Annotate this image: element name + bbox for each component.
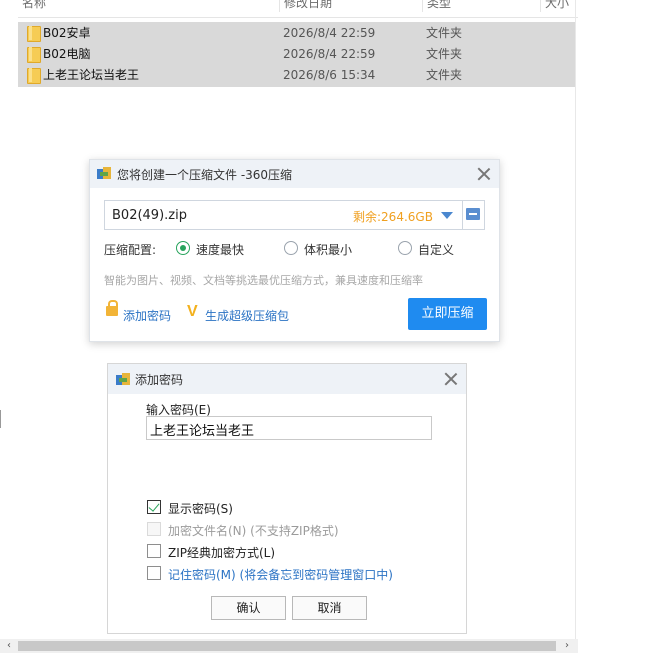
compress-config-label: 压缩配置: (104, 243, 157, 257)
column-type[interactable]: 类型 (422, 0, 451, 12)
zip-classic-encryption-label[interactable]: ZIP经典加密方式(L) (168, 544, 275, 561)
file-date: 2026/8/6 15:34 (283, 67, 376, 82)
compress-dialog-title: 您将创建一个压缩文件 -360压缩 (117, 168, 293, 182)
compress-dialog-titlebar[interactable]: 您将创建一个压缩文件 -360压缩 (90, 160, 499, 188)
file-type: 文件夹 (426, 47, 463, 61)
column-size[interactable]: 大小 (540, 0, 569, 12)
password-dialog-titlebar[interactable]: 添加密码 (108, 364, 466, 394)
vip-v-icon: V (187, 303, 198, 320)
confirm-button[interactable]: 确认 (211, 596, 286, 620)
field-divider (462, 201, 463, 229)
file-type: 文件夹 (426, 26, 463, 40)
folder-icon (27, 68, 41, 84)
dropdown-arrow-icon[interactable] (441, 212, 453, 219)
close-icon[interactable] (476, 166, 492, 182)
archive-filename: B02(49).zip (112, 208, 187, 223)
encrypt-filename-label: 加密文件名(N) (不支持ZIP格式) (168, 524, 339, 538)
cancel-button[interactable]: 取消 (292, 596, 367, 620)
zip-classic-encryption-checkbox[interactable] (147, 544, 161, 558)
folder-icon (27, 26, 41, 42)
column-name[interactable]: 名称 (18, 0, 46, 12)
super-package-link[interactable]: 生成超级压缩包 (205, 307, 289, 324)
compress-hint-text: 智能为图片、视频、文档等挑选最优压缩方式，兼具速度和压缩率 (104, 274, 423, 287)
add-password-link[interactable]: 添加密码 (123, 307, 171, 324)
360zip-app-icon (97, 167, 111, 180)
file-name: 上老王论坛当老王 (43, 68, 140, 82)
password-dialog-title: 添加密码 (135, 373, 184, 387)
scrollbar-thumb[interactable] (18, 641, 556, 651)
remember-password-checkbox[interactable] (147, 566, 161, 580)
file-list: B02安卓 2026/8/4 22:59 文件夹 B02电脑 2026/8/4 … (18, 22, 575, 87)
file-name: B02电脑 (43, 47, 91, 61)
archive-filename-field[interactable]: B02(49).zip 剩余:264.6GB (104, 200, 485, 230)
remember-password-label[interactable]: 记住密码(M) (将会备忘到密码管理窗口中) (168, 566, 393, 583)
password-input[interactable]: 上老王论坛当老王 (146, 416, 432, 440)
pane-edge (0, 410, 1, 428)
radio-fastest[interactable] (176, 241, 190, 255)
file-name: B02安卓 (43, 26, 91, 40)
column-header: 名称 修改日期 类型 大小 (18, 0, 578, 18)
scroll-right-icon[interactable]: › (560, 639, 574, 653)
radio-smallest-label[interactable]: 体积最小 (304, 241, 352, 258)
file-row[interactable]: B02安卓 2026/8/4 22:59 文件夹 (18, 22, 575, 43)
encrypt-filename-checkbox (147, 522, 161, 536)
radio-custom[interactable] (398, 241, 412, 255)
browse-folder-icon[interactable] (466, 208, 480, 220)
folder-icon (27, 47, 41, 63)
radio-custom-label[interactable]: 自定义 (418, 241, 454, 258)
compress-dialog: 您将创建一个压缩文件 -360压缩 B02(49).zip 剩余:264.6GB… (89, 159, 500, 342)
show-password-label[interactable]: 显示密码(S) (168, 500, 233, 517)
horizontal-scrollbar[interactable]: ‹ › (0, 639, 578, 653)
scroll-left-icon[interactable]: ‹ (2, 639, 16, 653)
lock-icon (106, 300, 118, 316)
radio-fastest-label[interactable]: 速度最快 (196, 241, 244, 258)
file-date: 2026/8/4 22:59 (283, 25, 376, 40)
radio-smallest[interactable] (284, 241, 298, 255)
file-row[interactable]: 上老王论坛当老王 2026/8/6 15:34 文件夹 (18, 64, 575, 85)
compress-now-button[interactable]: 立即压缩 (408, 298, 487, 330)
free-space-label: 剩余:264.6GB (353, 210, 433, 224)
show-password-checkbox[interactable] (147, 500, 161, 514)
file-date: 2026/8/4 22:59 (283, 46, 376, 61)
column-date-modified[interactable]: 修改日期 (279, 0, 332, 12)
close-icon[interactable] (443, 371, 459, 387)
column-divider (575, 0, 576, 640)
add-password-dialog: 添加密码 输入密码(E) 上老王论坛当老王 显示密码(S) 加密文件名(N) (… (107, 363, 467, 634)
file-type: 文件夹 (426, 68, 463, 82)
360zip-app-icon (116, 373, 130, 386)
file-row[interactable]: B02电脑 2026/8/4 22:59 文件夹 (18, 43, 575, 64)
